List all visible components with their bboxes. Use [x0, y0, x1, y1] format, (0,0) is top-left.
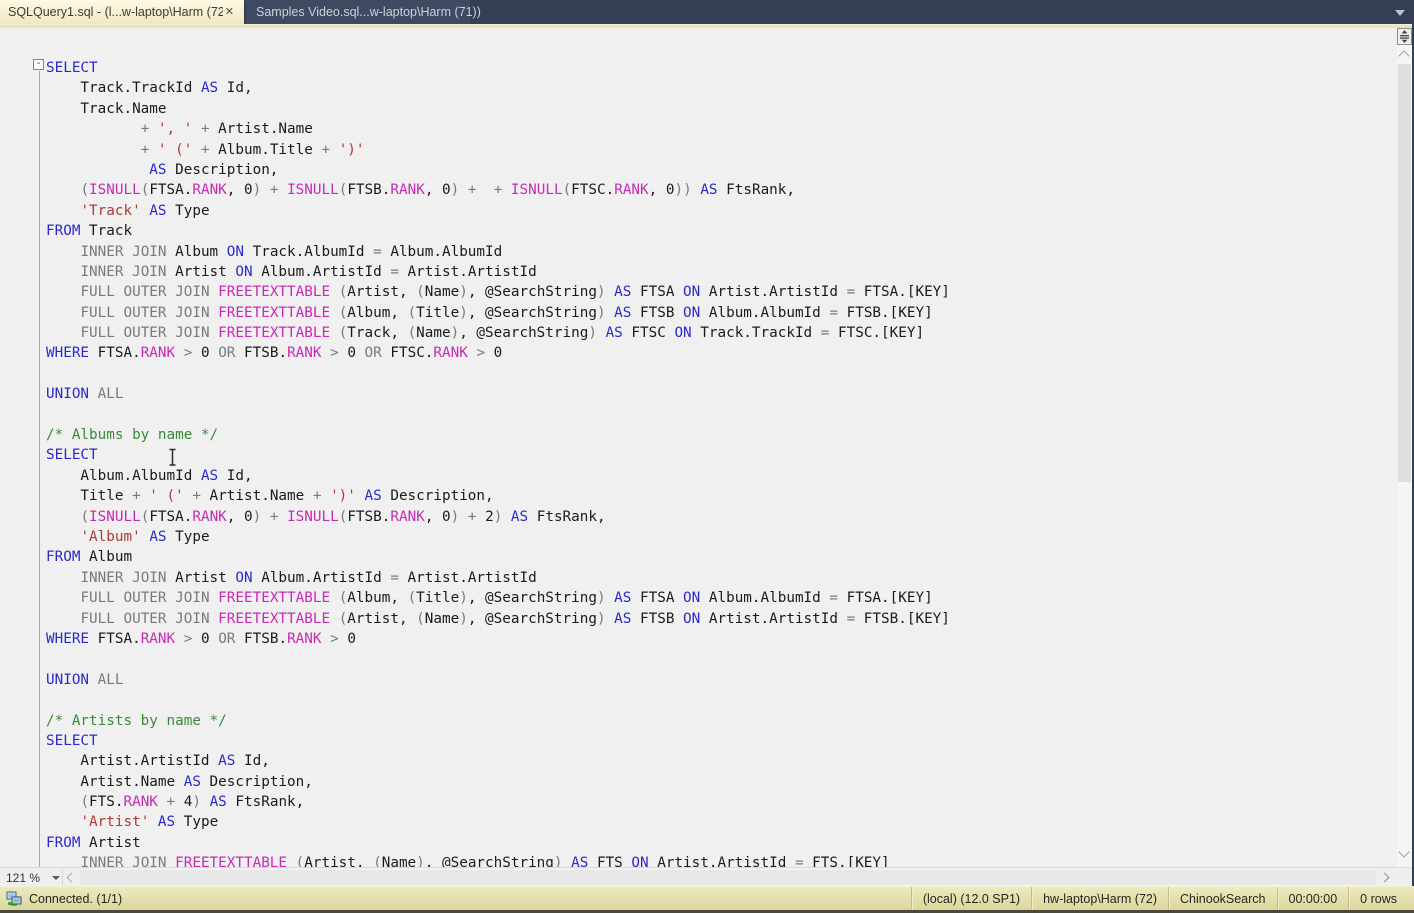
- status-server: (local) (12.0 SP1): [911, 887, 1031, 910]
- code-line[interactable]: (ISNULL(FTSA.RANK, 0) + ISNULL(FTSB.RANK…: [46, 180, 950, 200]
- code-line[interactable]: Track.TrackId AS Id,: [46, 78, 950, 98]
- code-line[interactable]: FROM Album: [46, 547, 950, 567]
- scroll-down-icon[interactable]: [1398, 846, 1409, 857]
- code-line[interactable]: INNER JOIN Artist ON Album.ArtistId = Ar…: [46, 262, 950, 282]
- editor-bottom-bar: 121 %: [0, 867, 1412, 886]
- code-line[interactable]: (FTS.RANK + 4) AS FtsRank,: [46, 792, 950, 812]
- code-line[interactable]: FULL OUTER JOIN FREETEXTTABLE (Album, (T…: [46, 303, 950, 323]
- code-line[interactable]: /* Artists by name */: [46, 711, 950, 731]
- code-line[interactable]: WHERE FTSA.RANK > 0 OR FTSB.RANK > 0 OR …: [46, 343, 950, 363]
- code-line[interactable]: + ', ' + Artist.Name: [46, 119, 950, 139]
- code-line[interactable]: INNER JOIN FREETEXTTABLE (Artist, (Name)…: [46, 853, 950, 867]
- tab-label: Samples Video.sql...w-laptop\Harm (71)): [256, 5, 481, 19]
- code-line[interactable]: SELECT: [46, 445, 950, 465]
- status-bar: Connected. (1/1) (local) (12.0 SP1) hw-l…: [0, 886, 1414, 913]
- vertical-scrollbar[interactable]: [1397, 28, 1412, 867]
- code-line[interactable]: FULL OUTER JOIN FREETEXTTABLE (Track, (N…: [46, 323, 950, 343]
- scroll-up-icon[interactable]: [1398, 50, 1409, 61]
- connection-status: Connected. (1/1): [0, 891, 122, 907]
- tab-label: SQLQuery1.sql - (l...w-laptop\Harm (72)): [8, 5, 223, 19]
- scroll-left-icon[interactable]: [67, 873, 77, 883]
- zoom-level-value: 121 %: [6, 871, 40, 885]
- code-line[interactable]: WHERE FTSA.RANK > 0 OR FTSB.RANK > 0: [46, 629, 950, 649]
- code-line[interactable]: FULL OUTER JOIN FREETEXTTABLE (Artist, (…: [46, 609, 950, 629]
- code-area[interactable]: SELECT Track.TrackId AS Id, Track.Name +…: [46, 58, 950, 867]
- separator: [62, 869, 63, 886]
- code-line[interactable]: 'Artist' AS Type: [46, 812, 950, 832]
- code-line[interactable]: [46, 649, 950, 669]
- tab-sqlquery1[interactable]: SQLQuery1.sql - (l...w-laptop\Harm (72))…: [0, 0, 244, 24]
- code-line[interactable]: [46, 690, 950, 710]
- code-line[interactable]: Album.AlbumId AS Id,: [46, 466, 950, 486]
- code-line[interactable]: + ' (' + Album.Title + ')': [46, 140, 950, 160]
- code-line[interactable]: 'Track' AS Type: [46, 201, 950, 221]
- vertical-scrollbar-thumb[interactable]: [1398, 64, 1411, 482]
- horizontal-scrollbar[interactable]: [80, 869, 1376, 886]
- ssms-window: SQLQuery1.sql - (l...w-laptop\Harm (72))…: [0, 0, 1414, 913]
- code-line[interactable]: Artist.Name AS Description,: [46, 772, 950, 792]
- code-line[interactable]: Track.Name: [46, 99, 950, 119]
- code-line[interactable]: UNION ALL: [46, 670, 950, 690]
- zoom-dropdown-caret-icon[interactable]: [52, 876, 60, 880]
- code-line[interactable]: AS Description,: [46, 160, 950, 180]
- code-line[interactable]: FROM Track: [46, 221, 950, 241]
- code-line[interactable]: [46, 405, 950, 425]
- code-line[interactable]: Artist.ArtistId AS Id,: [46, 751, 950, 771]
- code-line[interactable]: FULL OUTER JOIN FREETEXTTABLE (Album, (T…: [46, 588, 950, 608]
- zoom-level-dropdown[interactable]: 121 %: [6, 870, 40, 885]
- code-line[interactable]: FULL OUTER JOIN FREETEXTTABLE (Artist, (…: [46, 282, 950, 302]
- connected-icon: [6, 891, 22, 907]
- fold-collapse-box[interactable]: -: [33, 59, 44, 70]
- outline-guide-line: [39, 71, 40, 867]
- code-line[interactable]: (ISNULL(FTSA.RANK, 0) + ISNULL(FTSB.RANK…: [46, 507, 950, 527]
- editor-splitter-handle[interactable]: [1397, 28, 1412, 45]
- connection-status-text: Connected. (1/1): [29, 892, 122, 906]
- sql-editor[interactable]: - SELECT Track.TrackId AS Id, Track.Name…: [0, 28, 1412, 867]
- horizontal-scrollbar-thumb[interactable]: [80, 870, 1376, 885]
- code-line[interactable]: INNER JOIN Album ON Track.AlbumId = Albu…: [46, 242, 950, 262]
- status-login: hw-laptop\Harm (72): [1031, 887, 1168, 910]
- code-line[interactable]: /* Albums by name */: [46, 425, 950, 445]
- close-icon[interactable]: ✕: [223, 6, 236, 19]
- code-line[interactable]: FROM Artist: [46, 833, 950, 853]
- code-line[interactable]: SELECT: [46, 58, 950, 78]
- code-line[interactable]: INNER JOIN Artist ON Album.ArtistId = Ar…: [46, 568, 950, 588]
- text-ibeam-cursor: [168, 448, 178, 472]
- code-line[interactable]: SELECT: [46, 731, 950, 751]
- code-line[interactable]: 'Album' AS Type: [46, 527, 950, 547]
- tab-samples-video[interactable]: Samples Video.sql...w-laptop\Harm (71)): [246, 0, 470, 24]
- code-line[interactable]: UNION ALL: [46, 384, 950, 404]
- code-line[interactable]: Title + ' (' + Artist.Name + ')' AS Desc…: [46, 486, 950, 506]
- tab-list-dropdown-icon[interactable]: [1395, 10, 1405, 16]
- scroll-right-icon[interactable]: [1380, 873, 1390, 883]
- status-elapsed-time: 00:00:00: [1277, 887, 1349, 910]
- status-right-group: (local) (12.0 SP1) hw-laptop\Harm (72) C…: [911, 887, 1414, 910]
- code-line[interactable]: [46, 364, 950, 384]
- status-row-count: 0 rows: [1348, 887, 1408, 910]
- document-tab-bar: SQLQuery1.sql - (l...w-laptop\Harm (72))…: [0, 0, 1414, 24]
- status-database: ChinookSearch: [1168, 887, 1276, 910]
